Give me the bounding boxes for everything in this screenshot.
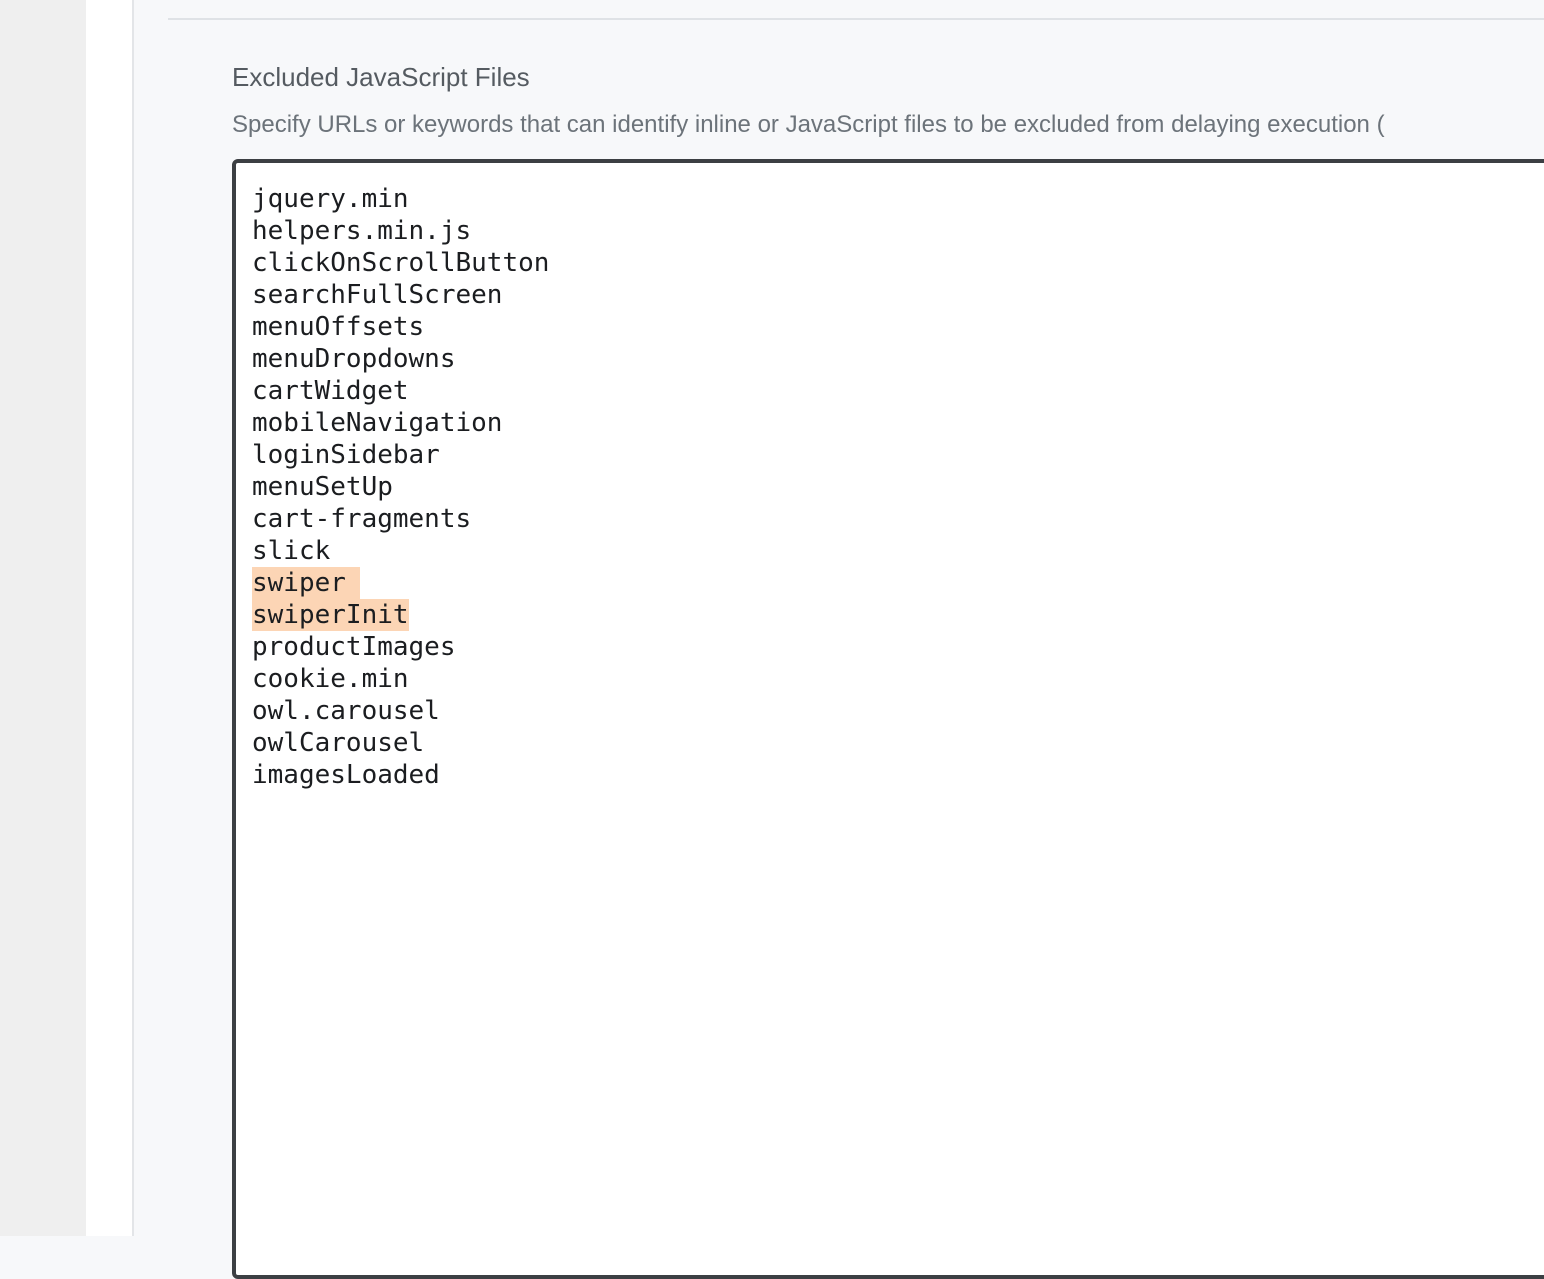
textarea-line: menuDropdowns: [252, 344, 456, 374]
textarea-line: menuOffsets: [252, 312, 425, 342]
textarea-line: cart-fragments: [252, 504, 472, 534]
textarea-line: productImages: [252, 632, 456, 662]
textarea-line: jquery.min: [252, 184, 409, 214]
admin-sidebar-edge: [0, 0, 86, 1236]
textarea-line: menuSetUp: [252, 472, 393, 502]
textarea-line: clickOnScrollButton: [252, 248, 550, 278]
textarea-line: cartWidget: [252, 376, 409, 406]
field-description: Specify URLs or keywords that can identi…: [232, 111, 1385, 138]
field-title: Excluded JavaScript Files: [232, 62, 530, 92]
textarea-line: mobileNavigation: [252, 408, 503, 438]
textarea-lines: jquery.min helpers.min.js clickOnScrollB…: [252, 183, 549, 791]
textarea-line: owl.carousel: [252, 696, 440, 726]
textarea-line: helpers.min.js: [252, 216, 472, 246]
textarea-line: owlCarousel: [252, 728, 425, 758]
textarea-line: cookie.min: [252, 664, 409, 694]
textarea-line: slick: [252, 536, 331, 566]
excluded-js-textarea[interactable]: jquery.min helpers.min.js clickOnScrollB…: [232, 159, 1544, 1279]
textarea-line-selected: swiper: [252, 567, 549, 599]
section-divider: [168, 18, 1544, 20]
textarea-line: imagesLoaded: [252, 760, 440, 790]
settings-panel-frame: [86, 0, 134, 1236]
textarea-line-selected: swiperInit: [252, 599, 409, 631]
textarea-line: searchFullScreen: [252, 280, 503, 310]
textarea-line: loginSidebar: [252, 440, 440, 470]
